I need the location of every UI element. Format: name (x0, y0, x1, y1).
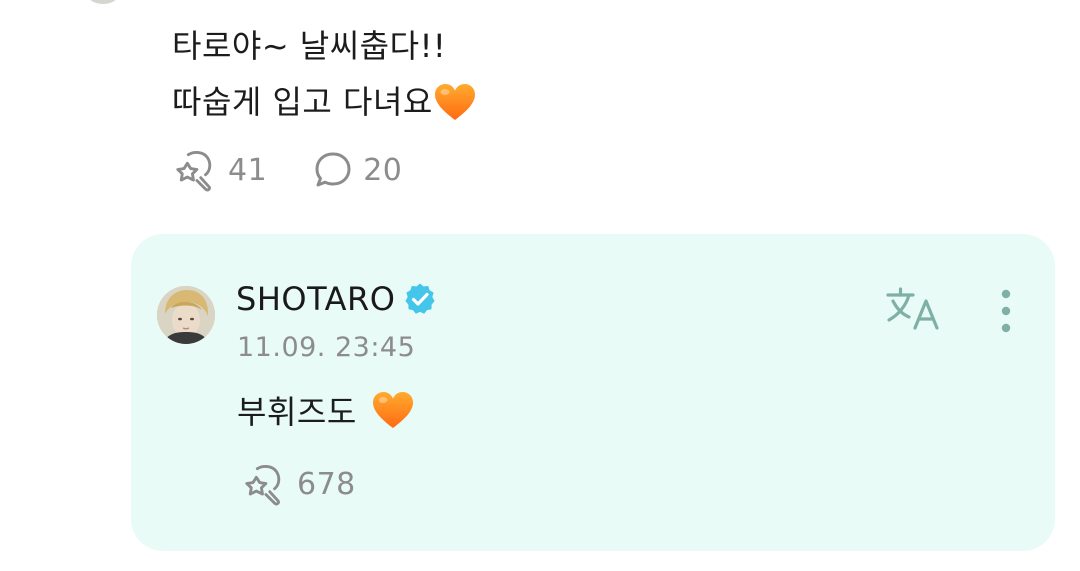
like-icon (241, 462, 287, 506)
previous-avatar-edge (86, 0, 120, 4)
reply-body: 부휘즈도 (237, 382, 415, 438)
post-comment-button[interactable]: 20 (313, 150, 402, 190)
reply-actions: 678 (241, 462, 356, 506)
post-text-line-1: 타로야~ 날씨춥다!! (172, 27, 447, 65)
more-vertical-icon[interactable] (995, 286, 1017, 336)
reply-timestamp: 11.09. 23:45 (237, 332, 416, 363)
post-like-count: 41 (228, 152, 268, 188)
post-line-1: 타로야~ 날씨춥다!! (172, 18, 477, 74)
reply-like-count: 678 (297, 466, 356, 502)
verified-badge-icon (405, 283, 436, 314)
profile-photo (157, 286, 215, 344)
translate-icon[interactable] (885, 286, 945, 332)
artist-reply-card: SHOTARO 11.09. 23:45 부휘즈도 678 (131, 234, 1055, 551)
reply-like-button[interactable]: 678 (241, 462, 356, 506)
author-name[interactable]: SHOTARO (236, 280, 395, 318)
orange-heart-icon (371, 390, 415, 430)
author-row: SHOTARO (236, 280, 437, 318)
post-actions: 41 20 (172, 148, 402, 192)
post-text-line-2: 따숩게 입고 다녀요 (172, 83, 433, 121)
post-line-2: 따숩게 입고 다녀요 (172, 74, 477, 130)
reply-text: 부휘즈도 (237, 393, 357, 431)
post-comment-count: 20 (363, 152, 403, 188)
post-body: 타로야~ 날씨춥다!! 따숩게 입고 다녀요 (172, 18, 477, 130)
like-icon (172, 148, 218, 192)
orange-heart-icon (433, 82, 477, 122)
avatar[interactable] (157, 286, 215, 344)
comment-icon (315, 152, 351, 187)
post-like-button[interactable]: 41 (172, 148, 267, 192)
